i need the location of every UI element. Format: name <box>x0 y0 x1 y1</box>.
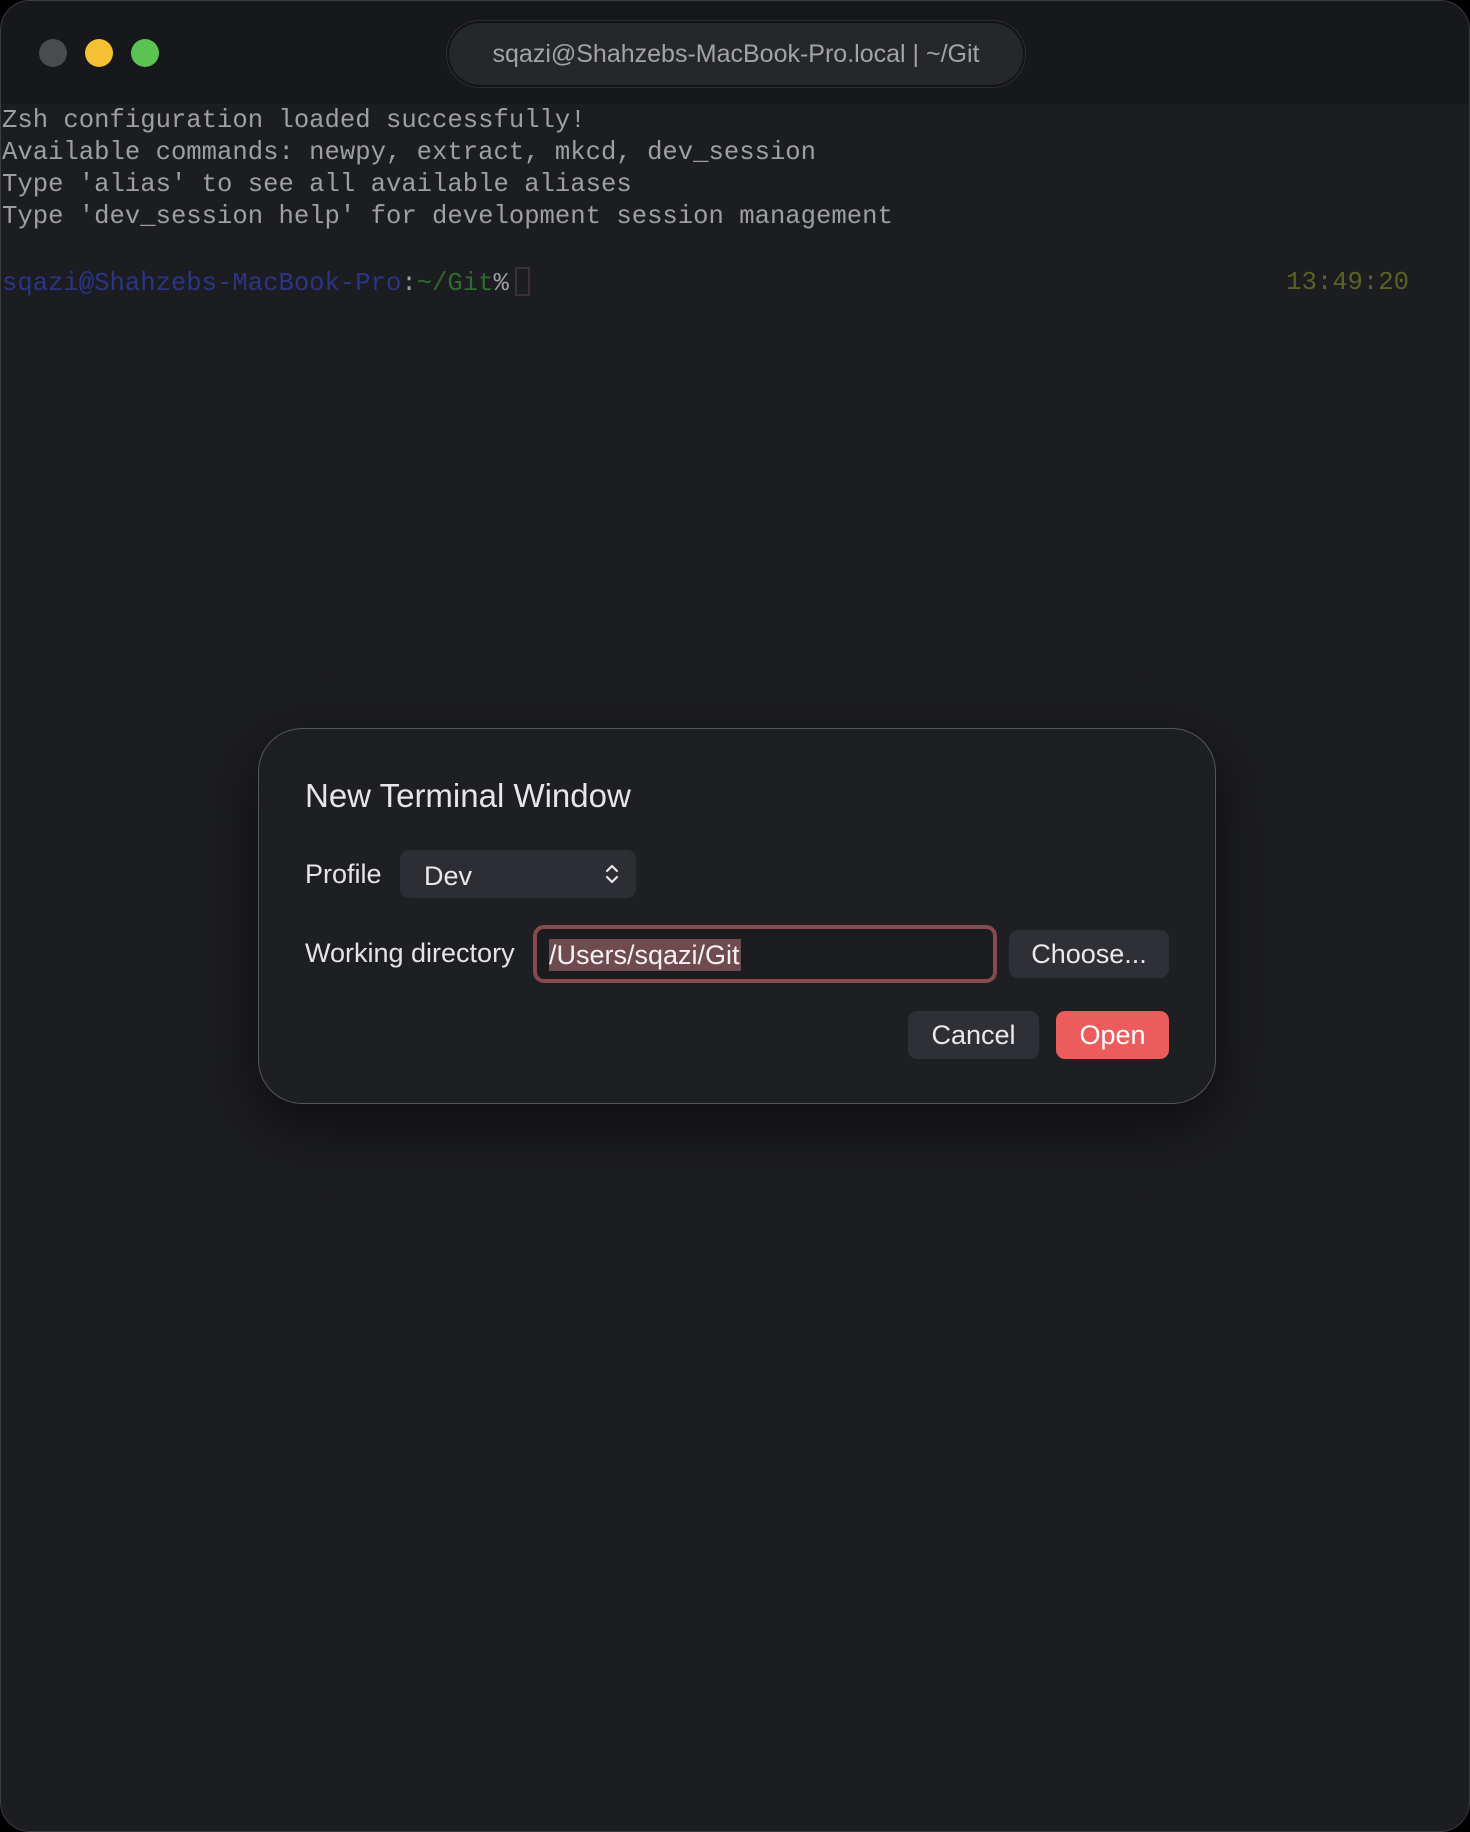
zoom-window-button[interactable] <box>131 39 159 67</box>
terminal-output: Zsh configuration loaded successfully! Av… <box>2 105 893 233</box>
new-terminal-window-dialog: New Terminal Window Profile Dev Working … <box>258 728 1216 1104</box>
minimize-window-button[interactable] <box>85 39 113 67</box>
terminal-line: Available commands: newpy, extract, mkcd… <box>2 138 817 167</box>
working-directory-input[interactable] <box>537 929 993 979</box>
prompt-user-host: sqazi@Shahzebs-MacBook-Pro <box>2 269 402 298</box>
chevron-up-down-icon <box>605 864 619 884</box>
prompt-time: 13:49:20 <box>1286 268 1409 297</box>
title-bar[interactable]: sqazi@Shahzebs-MacBook-Pro.local | ~/Git <box>1 1 1469 104</box>
cancel-button[interactable]: Cancel <box>908 1011 1039 1059</box>
prompt-directory: ~/Git <box>416 269 494 298</box>
working-directory-label: Working directory <box>305 938 515 968</box>
profile-select[interactable]: Dev <box>400 850 636 898</box>
terminal-line: Type 'alias' to see all available aliase… <box>2 170 632 199</box>
open-button[interactable]: Open <box>1056 1011 1169 1059</box>
terminal-line: Type 'dev_session help' for development … <box>2 202 893 231</box>
working-directory-field[interactable]: /Users/sqazi/Git <box>533 925 997 983</box>
prompt-colon: : <box>401 269 417 298</box>
choose-directory-button[interactable]: Choose... <box>1009 930 1169 978</box>
terminal-line: Zsh configuration loaded successfully! <box>2 106 586 135</box>
dialog-title: New Terminal Window <box>305 777 631 814</box>
profile-label: Profile <box>305 859 382 889</box>
window-title: sqazi@Shahzebs-MacBook-Pro.local | ~/Git <box>447 21 1025 87</box>
terminal-window: sqazi@Shahzebs-MacBook-Pro.local | ~/Git… <box>0 0 1470 1832</box>
close-window-button[interactable] <box>39 39 67 67</box>
shell-prompt[interactable]: sqazi@Shahzebs-MacBook-Pro:~/Git% <box>2 267 530 300</box>
profile-select-value: Dev <box>424 861 473 891</box>
prompt-symbol: % <box>493 269 509 298</box>
text-cursor <box>514 267 530 296</box>
